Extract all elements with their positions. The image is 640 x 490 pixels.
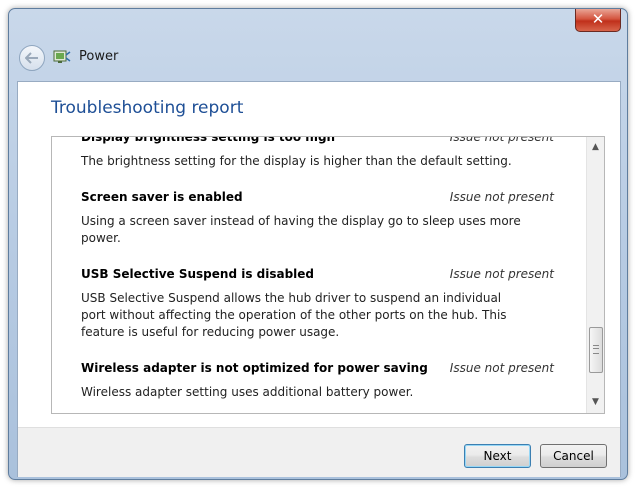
scroll-down-arrow-icon[interactable]: ▼	[587, 394, 604, 411]
vertical-scrollbar[interactable]: ▲ ▼	[586, 137, 604, 413]
item-status: Issue not present	[449, 361, 554, 375]
scroll-up-arrow-icon[interactable]: ▲	[587, 139, 604, 156]
scroll-thumb[interactable]	[589, 327, 603, 373]
power-window: ✕ Power Troubleshooting report Display b…	[8, 8, 628, 480]
item-description: USB Selective Suspend allows the hub dri…	[81, 291, 507, 339]
item-description: Using a screen saver instead of having t…	[81, 214, 521, 245]
item-description: The brightness setting for the display i…	[81, 154, 512, 168]
report-item: Wireless adapter is not optimized for po…	[52, 358, 582, 401]
close-icon: ✕	[591, 10, 605, 28]
footer: Next Cancel	[18, 427, 620, 477]
window-title: Power	[79, 49, 119, 64]
report-list[interactable]: Display brightness setting is too high I…	[51, 136, 605, 414]
item-status: Issue not present	[449, 136, 554, 144]
page-title: Troubleshooting report	[51, 98, 244, 118]
report-item: USB Selective Suspend is disabled Issue …	[52, 264, 582, 341]
back-arrow-icon	[25, 52, 38, 64]
thumb-grip-icon	[593, 345, 599, 354]
cancel-button[interactable]: Cancel	[540, 444, 607, 468]
item-status: Issue not present	[449, 267, 554, 281]
client-area: Troubleshooting report Display brightnes…	[17, 81, 621, 477]
next-button[interactable]: Next	[464, 444, 531, 468]
item-status: Issue not present	[449, 190, 554, 204]
power-options-icon	[53, 50, 71, 63]
report-content: Display brightness setting is too high I…	[52, 136, 582, 401]
report-item: Screen saver is enabled Issue not presen…	[52, 187, 582, 247]
back-button[interactable]	[19, 45, 45, 71]
report-item: Display brightness setting is too high I…	[52, 136, 582, 170]
close-button[interactable]: ✕	[575, 9, 621, 32]
item-description: Wireless adapter setting uses additional…	[81, 385, 414, 399]
